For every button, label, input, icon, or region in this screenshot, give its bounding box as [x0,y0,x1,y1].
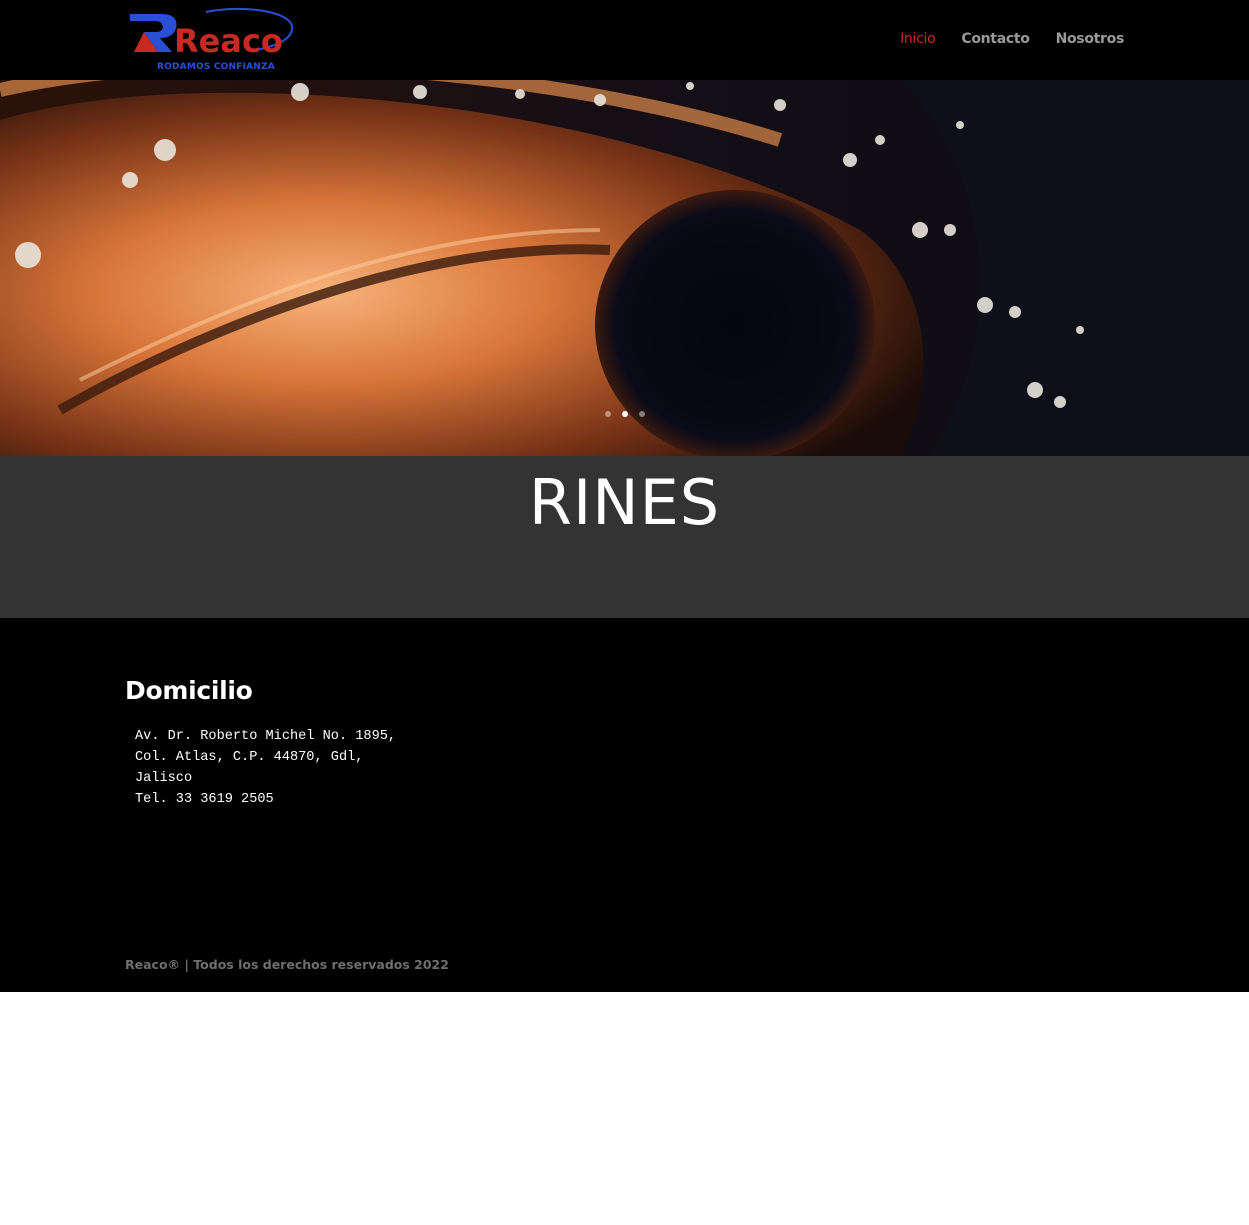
logo-wordmark: Reaco [174,22,283,60]
footer-heading: Domicilio [125,676,253,705]
slider-dot-1[interactable] [604,411,611,417]
address-line: Jalisco [135,771,193,786]
slide-title: RINES [528,466,721,539]
main-nav: Inicio Contacto Nosotros [900,31,1124,47]
address-block: Av. Dr. Roberto Michel No. 1895, Col. At… [135,726,396,810]
slider-dot-2[interactable] [621,411,628,417]
logo-tagline: RODAMOS CONFIANZA [157,62,275,72]
reaco-logo[interactable]: Reaco RODAMOS CONFIANZA [126,6,296,74]
phone-line: Tel. 33 3619 2505 [135,792,274,807]
address-line: Col. Atlas, C.P. 44870, Gdl, [135,750,364,765]
nav-link-nosotros[interactable]: Nosotros [1056,31,1125,47]
slider-pagination [0,411,1249,417]
site-footer: Domicilio Av. Dr. Roberto Michel No. 189… [0,618,1249,992]
hero-slider[interactable] [0,80,1249,456]
address-line: Av. Dr. Roberto Michel No. 1895, [135,729,397,744]
copyright-text: Reaco® | Todos los derechos reservados 2… [125,957,449,972]
slide-caption-band: RINES [0,456,1249,618]
slider-dot-3[interactable] [638,411,645,417]
site-header: Reaco RODAMOS CONFIANZA Inicio Contacto … [0,0,1249,80]
page-empty-area [0,992,1249,1225]
nav-link-contacto[interactable]: Contacto [961,31,1030,47]
wheel-rim-image [0,80,1249,456]
nav-link-inicio[interactable]: Inicio [900,31,936,47]
